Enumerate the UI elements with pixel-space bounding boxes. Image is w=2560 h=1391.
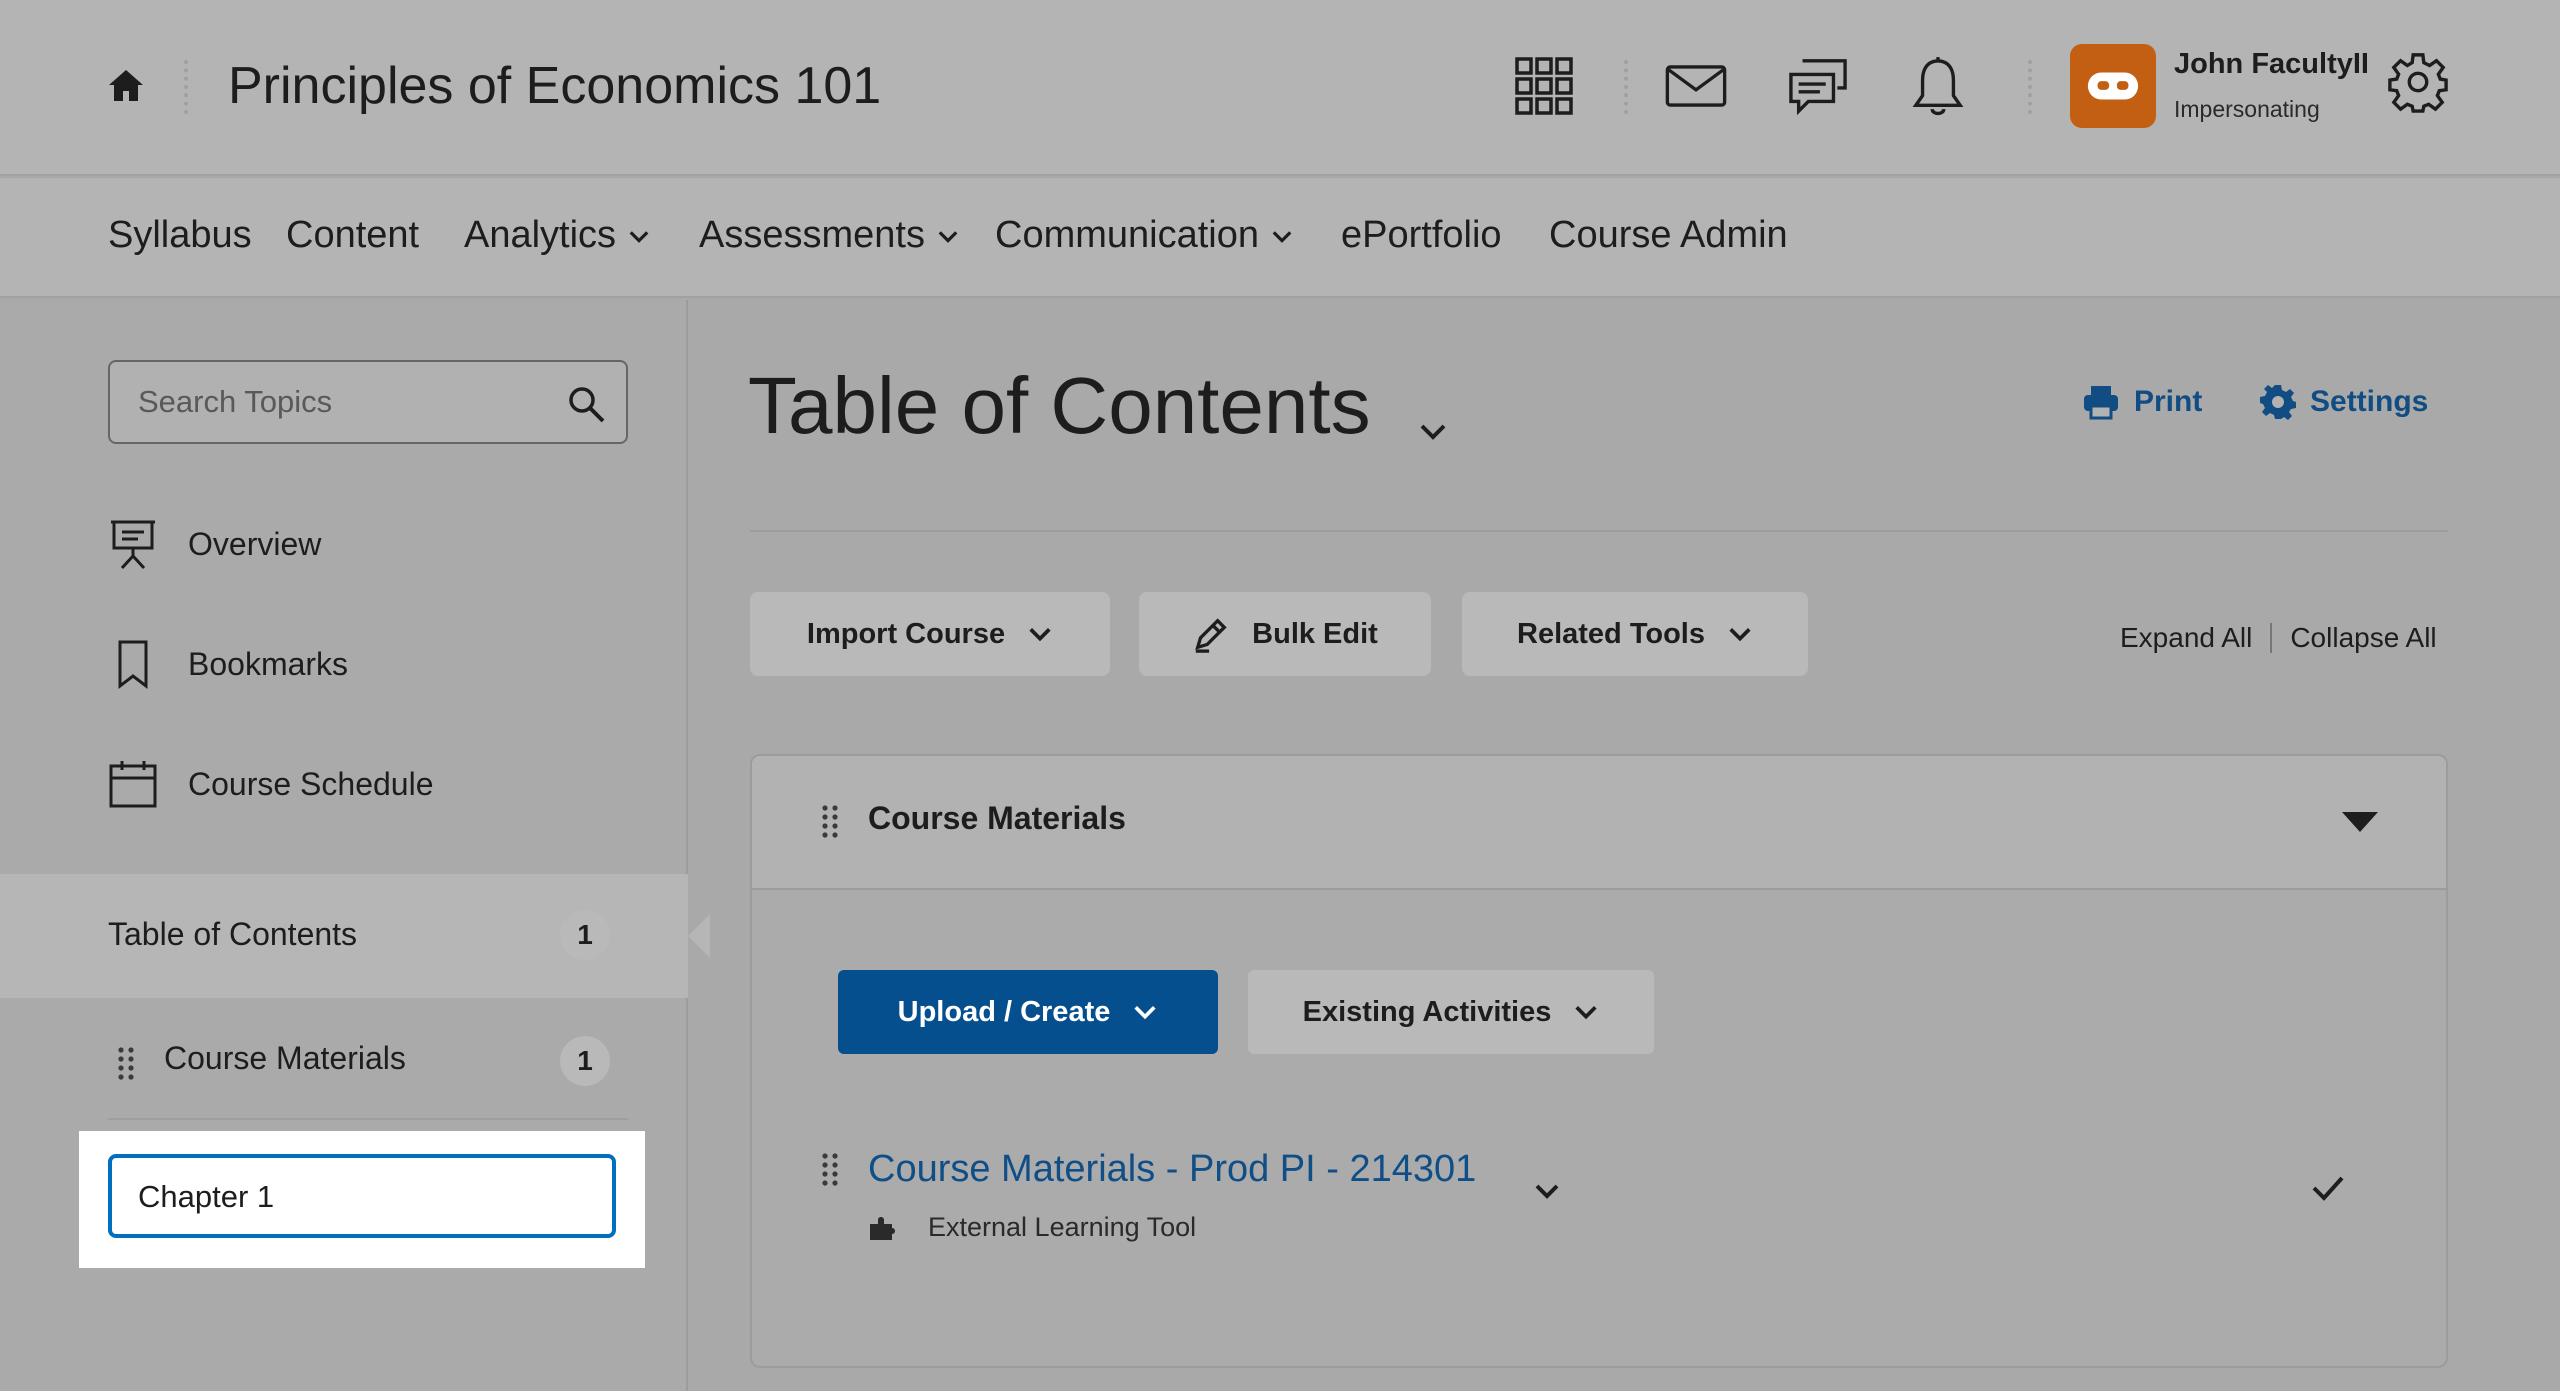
import-course-button[interactable]: Import Course — [750, 592, 1110, 676]
divider — [108, 1118, 628, 1120]
presentation-icon — [111, 520, 155, 570]
chevron-down-icon — [629, 230, 649, 243]
sidebar-item-table-of-contents[interactable]: Table of Contents 1 — [0, 874, 710, 998]
header-divider — [1624, 60, 1628, 114]
module-title: Course Materials — [868, 800, 1126, 836]
settings-button[interactable]: Settings — [2260, 384, 2428, 420]
chevron-down-icon — [1729, 628, 1751, 642]
new-module-title-input[interactable] — [138, 1176, 578, 1218]
drag-handle-icon[interactable] — [820, 804, 840, 838]
chevron-down-icon[interactable] — [1532, 1176, 1562, 1206]
print-button[interactable]: Print — [2082, 384, 2202, 420]
module-panel-header: Course Materials — [752, 756, 2446, 890]
nav-syllabus[interactable]: Syllabus — [108, 214, 252, 257]
gear-icon[interactable] — [2384, 50, 2452, 114]
impersonation-status: Impersonating — [2174, 96, 2320, 122]
chevron-down-icon — [1029, 628, 1051, 642]
gear-icon — [2260, 385, 2296, 420]
checkmark-icon — [2312, 1176, 2344, 1201]
sidebar-module-course-materials[interactable]: Course Materials 1 — [108, 1022, 628, 1102]
new-module-field — [108, 1154, 616, 1238]
topic-link[interactable]: Course Materials - Prod PI - 214301 — [868, 1148, 1476, 1191]
drag-handle-icon[interactable] — [820, 1152, 840, 1186]
header-divider — [2028, 60, 2032, 114]
sidebar-item-course-schedule[interactable]: Course Schedule — [108, 758, 433, 810]
existing-activities-button[interactable]: Existing Activities — [1248, 970, 1654, 1054]
search-icon[interactable] — [566, 384, 606, 424]
divider — [2270, 623, 2273, 653]
apps-grid-icon[interactable] — [1510, 54, 1578, 118]
chat-icon[interactable] — [1784, 54, 1852, 118]
chevron-down-icon — [1272, 230, 1292, 243]
puzzle-icon — [870, 1216, 895, 1240]
expand-all-link[interactable]: Expand All — [2120, 622, 2252, 654]
divider — [750, 530, 2448, 532]
search-topics-input[interactable] — [138, 380, 558, 424]
caret-down-icon[interactable] — [2340, 810, 2380, 834]
expand-collapse-links: Expand All Collapse All — [2120, 622, 2437, 654]
page-title: Table of Contents — [748, 361, 1371, 450]
nav-assessments[interactable]: Assessments — [699, 214, 959, 257]
search-topics-box — [108, 360, 628, 444]
nav-analytics[interactable]: Analytics — [464, 214, 650, 257]
nav-communication[interactable]: Communication — [995, 214, 1293, 257]
module-panel: Course Materials Upload / Create Existin… — [750, 754, 2448, 1368]
chevron-down-icon — [1134, 1006, 1156, 1020]
user-name[interactable]: John FacultyII — [2174, 48, 2369, 81]
topic-type: External Learning Tool — [868, 1212, 1196, 1243]
sidebar-item-overview[interactable]: Overview — [108, 518, 321, 570]
pencil-icon — [1195, 618, 1227, 653]
home-icon[interactable] — [106, 66, 146, 106]
bookmark-icon — [118, 640, 148, 690]
module-count-badge: 1 — [560, 1036, 610, 1086]
bell-icon[interactable] — [1904, 54, 1972, 118]
nav-course-admin[interactable]: Course Admin — [1549, 214, 1788, 257]
sidebar-item-bookmarks[interactable]: Bookmarks — [108, 638, 348, 690]
course-navbar: Syllabus Content Analytics Assessments C… — [0, 178, 2560, 298]
chevron-down-icon[interactable] — [1416, 414, 1450, 448]
related-tools-button[interactable]: Related Tools — [1462, 592, 1808, 676]
calendar-icon — [109, 761, 157, 808]
module-label: Course Materials — [164, 1040, 406, 1076]
upload-create-button[interactable]: Upload / Create — [838, 970, 1218, 1054]
header-divider — [184, 60, 188, 114]
toc-count-badge: 1 — [560, 910, 610, 960]
drag-handle-icon[interactable] — [116, 1046, 136, 1080]
chevron-down-icon — [938, 230, 958, 243]
nav-content[interactable]: Content — [286, 214, 419, 257]
avatar[interactable] — [2070, 44, 2156, 128]
top-header: Principles of Economics 101 John Faculty… — [0, 0, 2560, 176]
course-title[interactable]: Principles of Economics 101 — [228, 56, 881, 116]
printer-icon — [2084, 386, 2118, 420]
bulk-edit-button[interactable]: Bulk Edit — [1139, 592, 1431, 676]
chevron-down-icon — [1575, 1006, 1597, 1020]
nav-eportfolio[interactable]: ePortfolio — [1341, 214, 1502, 257]
collapse-all-link[interactable]: Collapse All — [2290, 622, 2436, 654]
mail-icon[interactable] — [1662, 54, 1730, 118]
toc-label: Table of Contents — [108, 916, 358, 952]
